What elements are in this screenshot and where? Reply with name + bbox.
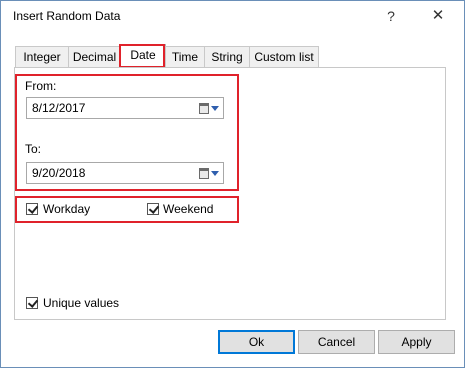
to-date-value: 9/20/2018 bbox=[32, 166, 86, 180]
workday-label: Workday bbox=[43, 202, 91, 216]
to-label: To: bbox=[25, 142, 42, 156]
apply-button[interactable]: Apply bbox=[378, 330, 455, 354]
from-date-value: 8/12/2017 bbox=[32, 101, 86, 115]
unique-values-label: Unique values bbox=[43, 296, 120, 310]
dialog-title: Insert Random Data bbox=[13, 9, 121, 23]
weekend-checkbox[interactable] bbox=[147, 203, 159, 215]
tab-string[interactable]: String bbox=[204, 46, 250, 67]
help-icon[interactable]: ? bbox=[381, 7, 401, 25]
date-tab-highlight bbox=[119, 44, 165, 68]
tab-custom-list[interactable]: Custom list bbox=[249, 46, 319, 67]
unique-values-checkbox[interactable] bbox=[26, 297, 38, 309]
close-icon[interactable]: ✕ bbox=[428, 7, 448, 25]
calendar-dropdown-icon[interactable] bbox=[197, 166, 221, 182]
from-label: From: bbox=[25, 79, 57, 93]
to-date-picker[interactable]: 9/20/2018 bbox=[26, 162, 224, 184]
weekend-label: Weekend bbox=[163, 202, 214, 216]
tab-decimal[interactable]: Decimal bbox=[68, 46, 121, 67]
title-bar: Insert Random Data ? ✕ bbox=[1, 1, 464, 31]
from-date-picker[interactable]: 8/12/2017 bbox=[26, 97, 224, 119]
calendar-dropdown-icon[interactable] bbox=[197, 101, 221, 117]
ok-button[interactable]: Ok bbox=[218, 330, 295, 354]
workday-checkbox[interactable] bbox=[26, 203, 38, 215]
tab-time[interactable]: Time bbox=[165, 46, 205, 67]
insert-random-data-dialog: Insert Random Data ? ✕ Integer Decimal D… bbox=[0, 0, 465, 368]
tab-integer[interactable]: Integer bbox=[15, 46, 69, 67]
cancel-button[interactable]: Cancel bbox=[298, 330, 375, 354]
